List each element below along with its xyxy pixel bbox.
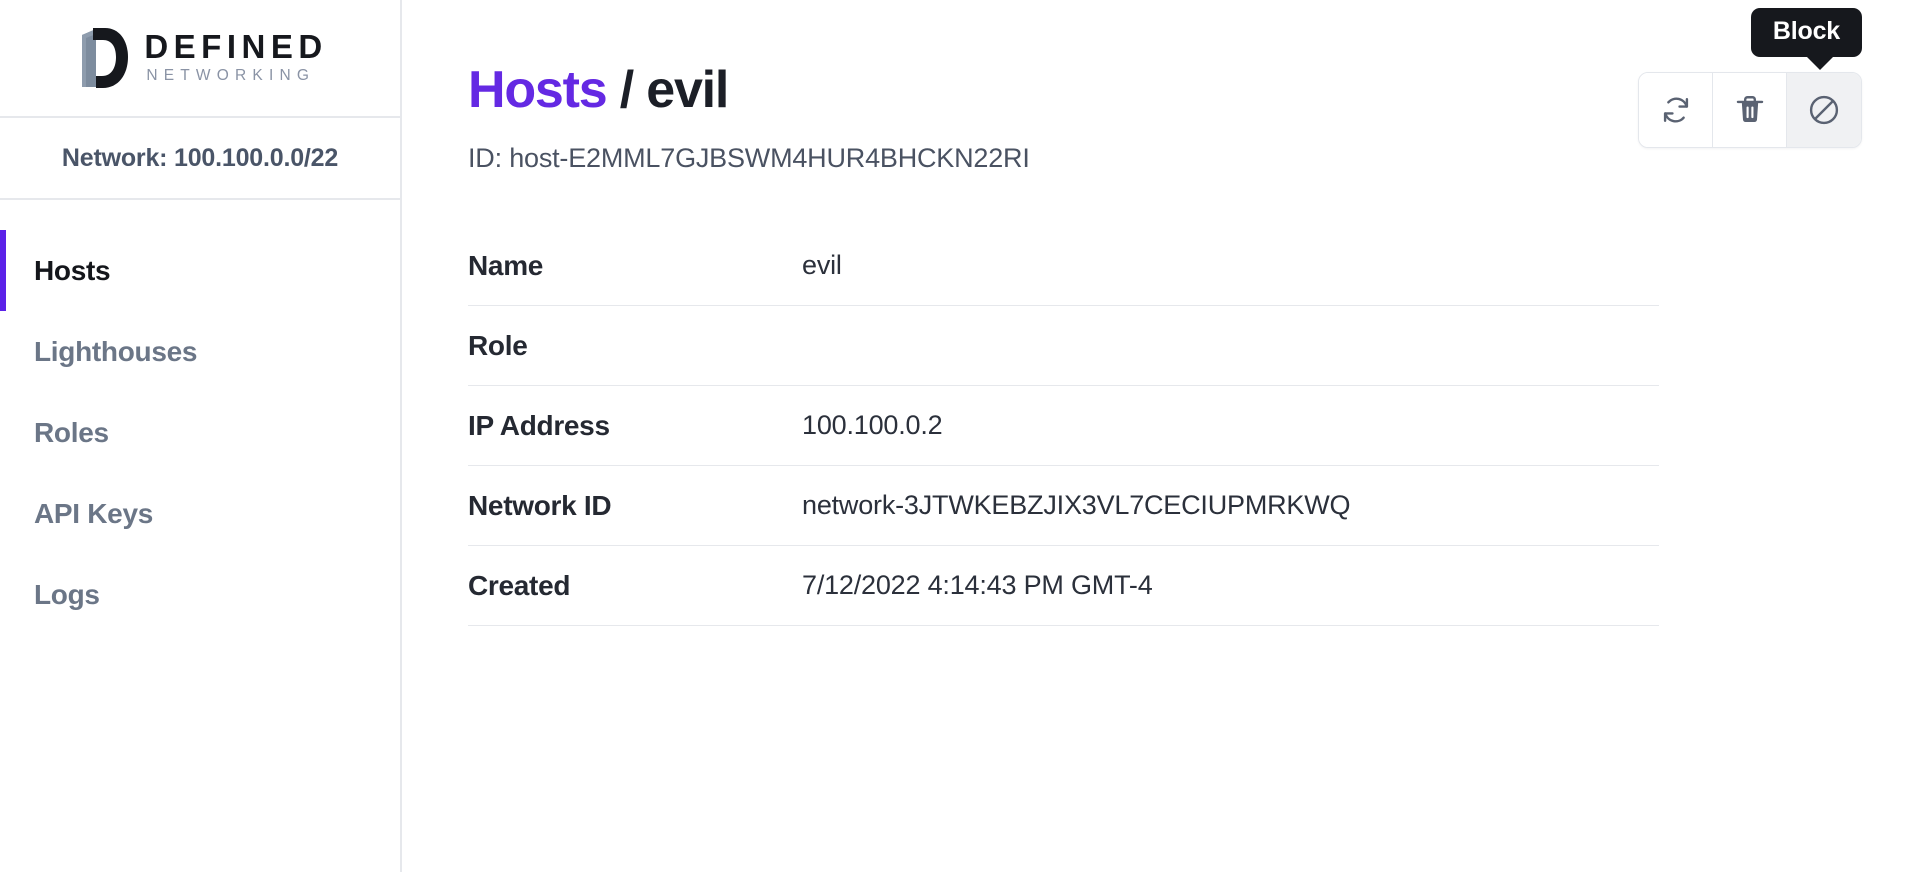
- sidebar-item-label: Hosts: [34, 254, 111, 286]
- sidebar-item-api-keys[interactable]: API Keys: [0, 473, 400, 554]
- block-button[interactable]: [1787, 73, 1861, 147]
- detail-label: IP Address: [468, 409, 610, 441]
- table-row: IP Address 100.100.0.2: [468, 386, 1659, 467]
- sidebar-item-label: Lighthouses: [34, 335, 198, 367]
- logo-primary-text: DEFINED: [144, 27, 328, 65]
- table-row: Created 7/12/2022 4:14:43 PM GMT-4: [468, 546, 1659, 627]
- main-content: Block Hosts / evil ID: host-E2MML7GJBSWM…: [402, 0, 1912, 872]
- logo-wordmark: DEFINED NETWORKING: [144, 27, 328, 87]
- logo-secondary-text: NETWORKING: [146, 67, 316, 85]
- sidebar-item-logs[interactable]: Logs: [0, 554, 400, 635]
- breadcrumb-parent[interactable]: Hosts: [468, 61, 608, 119]
- detail-value: 100.100.0.2: [802, 410, 943, 441]
- sidebar: DEFINED NETWORKING Network: 100.100.0.0/…: [0, 0, 402, 872]
- logo-block[interactable]: DEFINED NETWORKING: [0, 0, 400, 118]
- host-actions-toolbar: [1638, 72, 1862, 148]
- defined-d-mark-icon: [72, 24, 129, 92]
- table-row: Network ID network-3JTWKEBZJIX3VL7CECIUP…: [468, 466, 1659, 547]
- detail-label: Name: [468, 249, 544, 281]
- detail-label: Created: [468, 569, 571, 601]
- sidebar-item-label: Roles: [34, 416, 109, 448]
- table-row: Name evil: [468, 226, 1659, 307]
- network-label: Network: 100.100.0.0/22: [61, 143, 339, 172]
- sidebar-nav: Hosts Lighthouses Roles API Keys Logs: [0, 200, 400, 635]
- network-block: Network: 100.100.0.0/22: [0, 118, 400, 200]
- delete-button[interactable]: [1713, 73, 1787, 147]
- table-row: Role: [468, 306, 1659, 387]
- logo: DEFINED NETWORKING: [72, 24, 327, 92]
- detail-value: 7/12/2022 4:14:43 PM GMT-4: [802, 570, 1153, 601]
- sidebar-item-hosts[interactable]: Hosts: [0, 230, 400, 311]
- breadcrumb-current: evil: [646, 61, 729, 119]
- block-icon: [1806, 92, 1842, 128]
- detail-label: Network ID: [468, 489, 612, 521]
- sidebar-item-lighthouses[interactable]: Lighthouses: [0, 311, 400, 392]
- trash-icon: [1733, 93, 1767, 127]
- detail-label: Role: [468, 329, 528, 361]
- app-root: DEFINED NETWORKING Network: 100.100.0.0/…: [0, 0, 1912, 872]
- sidebar-item-roles[interactable]: Roles: [0, 392, 400, 473]
- sidebar-item-label: Logs: [34, 578, 100, 610]
- breadcrumb-separator: /: [619, 61, 634, 119]
- refresh-button[interactable]: [1639, 73, 1713, 147]
- detail-value: network-3JTWKEBZJIX3VL7CECIUPMRKWQ: [802, 490, 1351, 521]
- refresh-icon: [1659, 93, 1693, 127]
- detail-value: evil: [802, 250, 842, 281]
- host-details-table: Name evil Role IP Address 100.100.0.2 Ne…: [468, 226, 1659, 627]
- block-tooltip: Block: [1750, 8, 1862, 70]
- sidebar-item-label: API Keys: [34, 497, 153, 529]
